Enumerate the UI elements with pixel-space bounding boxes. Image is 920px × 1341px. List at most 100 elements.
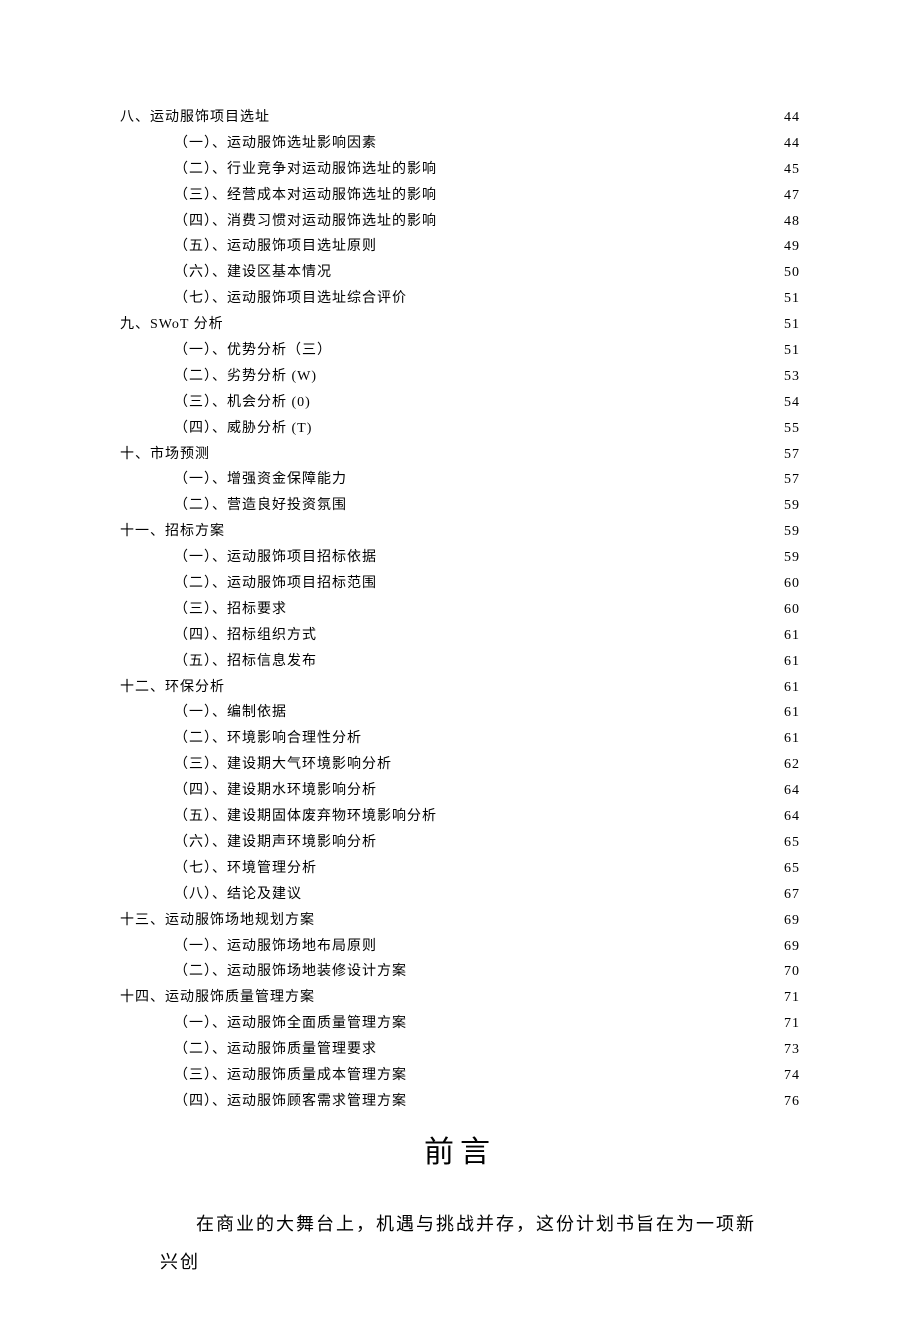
toc-page-number: 67 bbox=[784, 882, 800, 908]
toc-row: 八、运动服饰项目选址 44 bbox=[120, 105, 800, 131]
toc-row: （一）、运动服饰全面质量管理方案 71 bbox=[120, 1011, 800, 1037]
toc-row: （三）、运动服饰质量成本管理方案 74 bbox=[120, 1063, 800, 1089]
toc-row: 十三、运动服饰场地规划方案 69 bbox=[120, 908, 800, 934]
toc-page-number: 48 bbox=[784, 209, 800, 235]
toc-row: （一）、运动服饰场地布局原则 69 bbox=[120, 934, 800, 960]
toc-page-number: 73 bbox=[784, 1037, 800, 1063]
toc-row: （二）、营造良好投资氛围 59 bbox=[120, 493, 800, 519]
toc-label: 十二、环保分析 bbox=[120, 675, 225, 701]
toc-label: （二）、行业竞争对运动服饰选址的影响 bbox=[174, 157, 437, 183]
toc-row: （八）、结论及建议 67 bbox=[120, 882, 800, 908]
toc-page-number: 65 bbox=[784, 830, 800, 856]
toc-label: 十四、运动服饰质量管理方案 bbox=[120, 985, 315, 1011]
toc-label: （七）、运动服饰项目选址综合评价 bbox=[174, 286, 407, 312]
toc-row: 十二、环保分析 61 bbox=[120, 675, 800, 701]
toc-label: （四）、消费习惯对运动服饰选址的影响 bbox=[174, 209, 437, 235]
toc-row: 十一、招标方案59 bbox=[120, 519, 800, 545]
toc-page-number: 57 bbox=[784, 442, 800, 468]
toc-label: （二）、运动服饰质量管理要求 bbox=[174, 1037, 377, 1063]
toc-page-number: 47 bbox=[784, 183, 800, 209]
toc-row: （三）、机会分析 (0) 54 bbox=[120, 390, 800, 416]
toc-label: （六）、建设区基本情况 bbox=[174, 260, 332, 286]
toc-label: （四）、威胁分析 (T) bbox=[174, 416, 312, 442]
toc-label: （七）、环境管理分析 bbox=[174, 856, 317, 882]
toc-page-number: 69 bbox=[784, 908, 800, 934]
toc-page-number: 61 bbox=[784, 700, 800, 726]
toc-label: （四）、运动服饰顾客需求管理方案 bbox=[174, 1089, 407, 1115]
toc-label: （五）、招标信息发布 bbox=[174, 649, 317, 675]
toc-page-number: 62 bbox=[784, 752, 800, 778]
toc-row: （七）、运动服饰项目选址综合评价 51 bbox=[120, 286, 800, 312]
toc-label: （三）、运动服饰质量成本管理方案 bbox=[174, 1063, 407, 1089]
toc-row: 十四、运动服饰质量管理方案 71 bbox=[120, 985, 800, 1011]
toc-label: 十一、招标方案 bbox=[120, 519, 225, 545]
toc-label: （四）、招标组织方式 bbox=[174, 623, 317, 649]
toc-page-number: 53 bbox=[784, 364, 800, 390]
toc-page-number: 49 bbox=[784, 234, 800, 260]
toc-label: （三）、经营成本对运动服饰选址的影响 bbox=[174, 183, 437, 209]
toc-label: （四）、建设期水环境影响分析 bbox=[174, 778, 377, 804]
toc-page-number: 61 bbox=[784, 726, 800, 752]
toc-label: （二）、劣势分析 (W) bbox=[174, 364, 317, 390]
toc-page-number: 61 bbox=[784, 649, 800, 675]
toc-label: 八、运动服饰项目选址 bbox=[120, 105, 270, 131]
toc-label: （一）、运动服饰全面质量管理方案 bbox=[174, 1011, 407, 1037]
preface-body: 在商业的大舞台上，机遇与挑战并存，这份计划书旨在为一项新兴创 bbox=[120, 1206, 800, 1282]
toc-page-number: 59 bbox=[784, 493, 800, 519]
toc-label: （五）、运动服饰项目选址原则 bbox=[174, 234, 377, 260]
toc-label: （一）、优势分析（三） bbox=[174, 338, 332, 364]
toc-row: （二）、运动服饰质量管理要求 73 bbox=[120, 1037, 800, 1063]
toc-page-number: 51 bbox=[784, 338, 800, 364]
toc-label: 九、SWoT 分析 bbox=[120, 312, 224, 338]
toc-label: （一）、运动服饰场地布局原则 bbox=[174, 934, 377, 960]
toc-row: （二）、行业竞争对运动服饰选址的影响 45 bbox=[120, 157, 800, 183]
toc-row: （四）、威胁分析 (T)55 bbox=[120, 416, 800, 442]
toc-label: （二）、环境影响合理性分析 bbox=[174, 726, 362, 752]
toc-label: （一）、运动服饰项目招标依据 bbox=[174, 545, 377, 571]
toc-page-number: 60 bbox=[784, 597, 800, 623]
toc-row: （六）、建设区基本情况 50 bbox=[120, 260, 800, 286]
toc-page-number: 76 bbox=[784, 1089, 800, 1115]
toc-row: （四）、招标组织方式61 bbox=[120, 623, 800, 649]
toc-page-number: 54 bbox=[784, 390, 800, 416]
toc-row: （二）、劣势分析 (W) 53 bbox=[120, 364, 800, 390]
toc-row: 九、SWoT 分析 51 bbox=[120, 312, 800, 338]
toc-page-number: 70 bbox=[784, 959, 800, 985]
toc-label: 十三、运动服饰场地规划方案 bbox=[120, 908, 315, 934]
toc-page-number: 69 bbox=[784, 934, 800, 960]
toc-label: （八）、结论及建议 bbox=[174, 882, 302, 908]
toc-page-number: 51 bbox=[784, 286, 800, 312]
toc-page-number: 44 bbox=[784, 131, 800, 157]
toc-label: （二）、运动服饰场地装修设计方案 bbox=[174, 959, 407, 985]
toc-page-number: 61 bbox=[784, 675, 800, 701]
toc-label: 十、市场预测 bbox=[120, 442, 210, 468]
toc-row: （七）、环境管理分析65 bbox=[120, 856, 800, 882]
toc-label: （二）、营造良好投资氛围 bbox=[174, 493, 347, 519]
toc-label: （二）、运动服饰项目招标范围 bbox=[174, 571, 377, 597]
toc-label: （五）、建设期固体废弃物环境影响分析 bbox=[174, 804, 437, 830]
toc-label: （六）、建设期声环境影响分析 bbox=[174, 830, 377, 856]
toc-page-number: 60 bbox=[784, 571, 800, 597]
table-of-contents: 八、运动服饰项目选址44（一）、运动服饰选址影响因素44（二）、行业竞争对运动服… bbox=[120, 105, 800, 1115]
toc-page-number: 45 bbox=[784, 157, 800, 183]
toc-label: （三）、建设期大气环境影响分析 bbox=[174, 752, 392, 778]
toc-page-number: 50 bbox=[784, 260, 800, 286]
document-page: 八、运动服饰项目选址44（一）、运动服饰选址影响因素44（二）、行业竞争对运动服… bbox=[0, 0, 920, 1341]
toc-row: （二）、环境影响合理性分析 61 bbox=[120, 726, 800, 752]
toc-label: （三）、机会分析 (0) bbox=[174, 390, 311, 416]
toc-page-number: 64 bbox=[784, 778, 800, 804]
toc-page-number: 71 bbox=[784, 985, 800, 1011]
toc-row: （五）、招标信息发布 61 bbox=[120, 649, 800, 675]
toc-page-number: 71 bbox=[784, 1011, 800, 1037]
toc-page-number: 44 bbox=[784, 105, 800, 131]
toc-row: （二）、运动服饰项目招标范围 60 bbox=[120, 571, 800, 597]
toc-row: （四）、建设期水环境影响分析 64 bbox=[120, 778, 800, 804]
toc-page-number: 74 bbox=[784, 1063, 800, 1089]
toc-row: （六）、建设期声环境影响分析 65 bbox=[120, 830, 800, 856]
toc-row: （四）、运动服饰顾客需求管理方案 76 bbox=[120, 1089, 800, 1115]
toc-page-number: 51 bbox=[784, 312, 800, 338]
toc-row: （一）、增强资金保障能力57 bbox=[120, 467, 800, 493]
toc-row: （四）、消费习惯对运动服饰选址的影响 48 bbox=[120, 209, 800, 235]
toc-page-number: 64 bbox=[784, 804, 800, 830]
toc-row: （二）、运动服饰场地装修设计方案 70 bbox=[120, 959, 800, 985]
